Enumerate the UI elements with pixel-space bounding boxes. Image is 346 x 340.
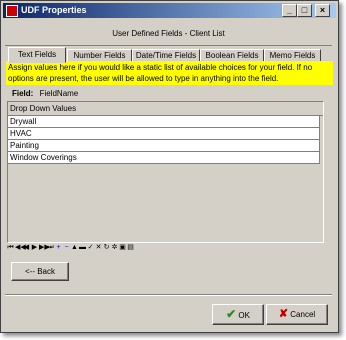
last-icon[interactable]: ⏭ (47, 243, 54, 252)
drop-down-values-grid[interactable]: Drop Down Values Drywall HVAC Painting W… (7, 101, 324, 243)
apply-icon[interactable]: ↻ (103, 243, 110, 252)
next-page-icon[interactable]: ▶▶ (39, 243, 50, 252)
options-icon[interactable]: ▤ (127, 243, 134, 252)
grid-column-header[interactable]: Drop Down Values (8, 102, 323, 116)
window-title: UDF Properties (21, 5, 87, 15)
next-icon[interactable]: ▶ (31, 243, 38, 252)
ok-button[interactable]: ✔ OK (212, 304, 264, 325)
table-row[interactable]: Painting (8, 140, 320, 152)
close-icon: ✘ (278, 308, 289, 320)
filter-icon[interactable]: ✲ (111, 243, 118, 252)
table-row[interactable]: Drywall (8, 116, 320, 128)
info-text-line2: options are present, the user will be al… (8, 74, 279, 83)
post-icon[interactable]: ▬ (79, 243, 86, 252)
field-row: Field: FieldName (12, 89, 78, 98)
refresh-icon[interactable]: ✕ (95, 243, 102, 252)
ok-label: OK (238, 311, 250, 320)
udf-properties-window: UDF Properties _ □ × User Defined Fields… (0, 0, 339, 333)
table-row[interactable]: Window Coverings (8, 152, 320, 164)
table-row[interactable]: HVAC (8, 128, 320, 140)
title-bar[interactable]: UDF Properties _ □ × (3, 3, 336, 18)
edit-icon[interactable]: ▲ (71, 243, 78, 252)
tab-text-fields[interactable]: Text Fields (8, 47, 66, 63)
info-banner: Assign values here if you would like a s… (6, 61, 333, 85)
minimize-button[interactable]: _ (282, 4, 297, 17)
field-name-value: FieldName (39, 89, 79, 98)
field-label: Field: (12, 89, 34, 98)
cancel-label: Cancel (290, 310, 316, 319)
page-title: User Defined Fields - Client List (112, 29, 225, 38)
app-icon (6, 5, 18, 17)
cancel-icon[interactable]: ✓ (87, 243, 94, 252)
back-button[interactable]: <-- Back (11, 262, 69, 281)
prior-page-icon[interactable]: ◀◀ (15, 243, 26, 252)
close-button[interactable]: × (315, 4, 330, 17)
prior-icon[interactable]: ◀ (23, 243, 30, 252)
insert-icon[interactable]: + (55, 243, 62, 252)
first-icon[interactable]: ⏮ (7, 243, 14, 252)
info-text-line1: Assign values here if you would like a s… (8, 63, 313, 72)
cancel-filter-icon[interactable]: ▣ (119, 243, 126, 252)
check-icon: ✔ (226, 307, 237, 321)
header-panel: User Defined Fields - Client List (5, 21, 332, 46)
delete-icon[interactable]: − (63, 243, 70, 252)
cancel-button[interactable]: ✘ Cancel (266, 304, 328, 325)
maximize-button[interactable]: □ (297, 4, 312, 17)
divider (5, 294, 332, 296)
